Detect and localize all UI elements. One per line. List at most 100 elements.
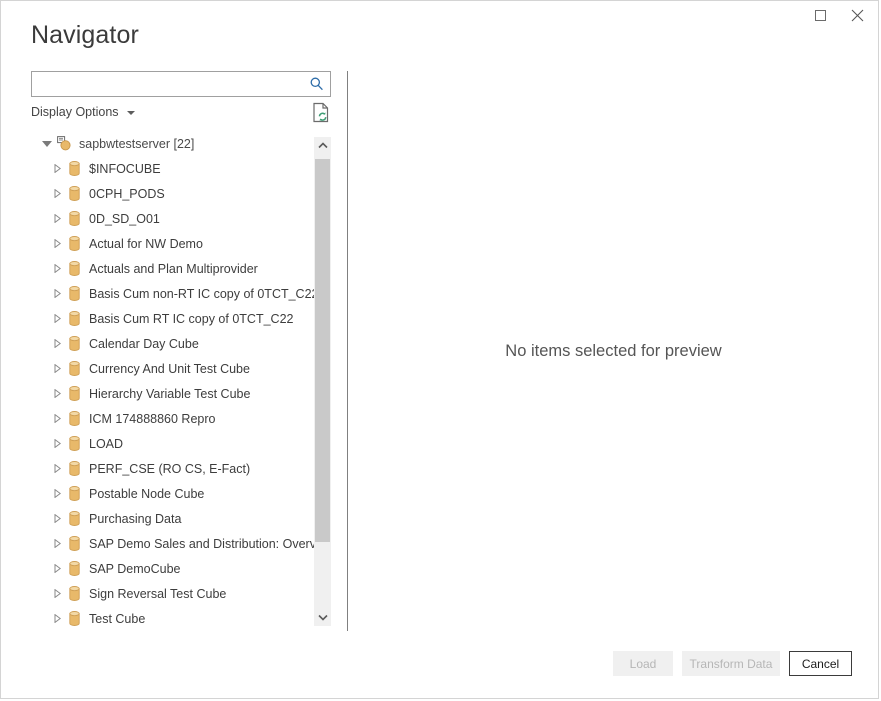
expand-toggle-icon[interactable] — [49, 389, 65, 398]
tree-item[interactable]: 0CPH_PODS — [31, 181, 314, 206]
tree-item[interactable]: Calendar Day Cube — [31, 331, 314, 356]
expand-toggle-icon[interactable] — [49, 339, 65, 348]
tree-item-label: Calendar Day Cube — [89, 337, 199, 351]
tree-item[interactable]: Basis Cum non-RT IC copy of 0TCT_C22 — [31, 281, 314, 306]
tree-item[interactable]: Postable Node Cube — [31, 481, 314, 506]
triangle-collapsed-icon — [54, 339, 61, 348]
tree-item[interactable]: Hierarchy Variable Test Cube — [31, 381, 314, 406]
tree-item-label: ICM 174888860 Repro — [89, 412, 215, 426]
expand-toggle-icon[interactable] — [49, 489, 65, 498]
expand-toggle-icon[interactable] — [49, 614, 65, 623]
maximize-button[interactable] — [802, 1, 839, 30]
expand-toggle-icon[interactable] — [39, 141, 55, 147]
tree-item[interactable]: LOAD — [31, 431, 314, 456]
expand-toggle-icon[interactable] — [49, 439, 65, 448]
tree-item[interactable]: Basis Cum RT IC copy of 0TCT_C22 — [31, 306, 314, 331]
triangle-collapsed-icon — [54, 414, 61, 423]
expand-toggle-icon[interactable] — [49, 289, 65, 298]
expand-toggle-icon[interactable] — [49, 464, 65, 473]
tree-node-server[interactable]: sapbwtestserver [22] — [31, 131, 314, 156]
tree-item-label: Purchasing Data — [89, 512, 181, 526]
search-input[interactable] — [38, 72, 306, 96]
expand-toggle-icon[interactable] — [49, 239, 65, 248]
transform-data-button[interactable]: Transform Data — [682, 651, 780, 676]
search-box[interactable] — [31, 71, 331, 97]
cube-icon — [65, 386, 83, 401]
tree-item-label: 0D_SD_O01 — [89, 212, 160, 226]
chevron-down-icon — [127, 111, 135, 115]
expand-toggle-icon[interactable] — [49, 539, 65, 548]
triangle-collapsed-icon — [54, 439, 61, 448]
expand-toggle-icon[interactable] — [49, 214, 65, 223]
tree-item[interactable]: $INFOCUBE — [31, 156, 314, 181]
triangle-collapsed-icon — [54, 214, 61, 223]
triangle-collapsed-icon — [54, 614, 61, 623]
tree-item[interactable]: Purchasing Data — [31, 506, 314, 531]
scroll-down-button[interactable] — [314, 609, 331, 626]
triangle-collapsed-icon — [54, 314, 61, 323]
tree-item[interactable]: Actuals and Plan Multiprovider — [31, 256, 314, 281]
tree-item[interactable]: PERF_CSE (RO CS, E-Fact) — [31, 456, 314, 481]
tree-scrollbar[interactable] — [314, 137, 331, 626]
tree-item[interactable]: Actual for NW Demo — [31, 231, 314, 256]
close-button[interactable] — [839, 1, 876, 30]
expand-toggle-icon[interactable] — [49, 314, 65, 323]
cube-icon — [65, 486, 83, 501]
triangle-collapsed-icon — [54, 564, 61, 573]
triangle-collapsed-icon — [54, 189, 61, 198]
load-button[interactable]: Load — [613, 651, 673, 676]
cube-icon — [65, 561, 83, 576]
preview-pane: No items selected for preview — [348, 71, 879, 631]
cube-icon — [65, 261, 83, 276]
navigator-dialog: Navigator Display Options — [0, 0, 879, 699]
cancel-button[interactable]: Cancel — [789, 651, 852, 676]
expand-toggle-icon[interactable] — [49, 589, 65, 598]
tree-children-container: $INFOCUBE 0CPH_PODS 0D_SD_O01 Actual for NW… — [31, 156, 314, 631]
object-tree[interactable]: sapbwtestserver [22] $INFOCUBE 0CPH_PODS 0… — [31, 131, 314, 631]
chevron-up-icon — [318, 142, 328, 149]
expand-toggle-icon[interactable] — [49, 514, 65, 523]
expand-toggle-icon[interactable] — [49, 189, 65, 198]
expand-toggle-icon[interactable] — [49, 364, 65, 373]
cube-icon — [65, 461, 83, 476]
cube-icon — [65, 536, 83, 551]
display-options-dropdown[interactable]: Display Options — [31, 105, 135, 119]
cube-icon — [65, 236, 83, 251]
tree-item[interactable]: 0D_SD_O01 — [31, 206, 314, 231]
tree-item-label: $INFOCUBE — [89, 162, 161, 176]
tree-item-label: SAP DemoCube — [89, 562, 181, 576]
tree-item-label: Currency And Unit Test Cube — [89, 362, 250, 376]
scroll-up-button[interactable] — [314, 137, 331, 154]
tree-item-label: Postable Node Cube — [89, 487, 204, 501]
expand-toggle-icon[interactable] — [49, 564, 65, 573]
tree-item[interactable]: ICM 174888860 Repro — [31, 406, 314, 431]
server-icon — [55, 136, 73, 151]
tree-item-label: SAP Demo Sales and Distribution: Overvie… — [89, 537, 314, 551]
scrollbar-thumb[interactable] — [315, 159, 330, 542]
tree-item[interactable]: Currency And Unit Test Cube — [31, 356, 314, 381]
maximize-icon — [815, 10, 826, 21]
cube-icon — [65, 336, 83, 351]
tree-item-label: PERF_CSE (RO CS, E-Fact) — [89, 462, 250, 476]
triangle-collapsed-icon — [54, 489, 61, 498]
cube-icon — [65, 286, 83, 301]
tree-item[interactable]: Test Cube — [31, 606, 314, 631]
refresh-document-icon[interactable] — [312, 102, 331, 123]
expand-toggle-icon[interactable] — [49, 414, 65, 423]
display-options-label: Display Options — [31, 105, 119, 119]
search-icon[interactable] — [309, 76, 325, 92]
triangle-collapsed-icon — [54, 464, 61, 473]
expand-toggle-icon[interactable] — [49, 264, 65, 273]
triangle-collapsed-icon — [54, 514, 61, 523]
tree-item-label: Actual for NW Demo — [89, 237, 203, 251]
tree-item-label: Basis Cum RT IC copy of 0TCT_C22 — [89, 312, 293, 326]
expand-toggle-icon[interactable] — [49, 164, 65, 173]
tree-item[interactable]: SAP Demo Sales and Distribution: Overvie… — [31, 531, 314, 556]
tree-item[interactable]: Sign Reversal Test Cube — [31, 581, 314, 606]
tree-item-label: Test Cube — [89, 612, 145, 626]
triangle-collapsed-icon — [54, 364, 61, 373]
tree-item[interactable]: SAP DemoCube — [31, 556, 314, 581]
close-icon — [851, 9, 864, 22]
cube-icon — [65, 161, 83, 176]
cube-icon — [65, 311, 83, 326]
